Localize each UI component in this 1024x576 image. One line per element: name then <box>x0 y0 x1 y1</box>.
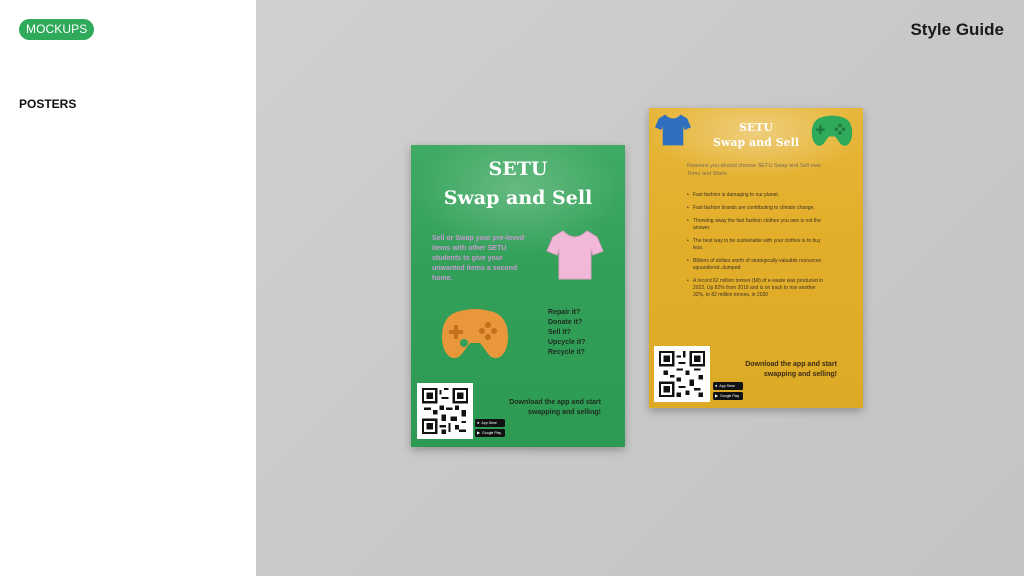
sidebar: MOCKUPS POSTERS <box>0 0 256 576</box>
apple-icon: ● <box>715 383 718 388</box>
gamepad-icon <box>442 309 508 359</box>
question-item: Upcycle it? <box>548 339 586 346</box>
section-label-posters: POSTERS <box>19 97 77 111</box>
poster-title-line1: SETU <box>488 158 548 180</box>
store-badges: ● App Store ▶ Google Play <box>713 382 743 402</box>
page-title: Style Guide <box>910 20 1004 39</box>
apple-icon: ● <box>477 420 480 425</box>
mockup-stage: Style Guide SETU Swap and Sell Sell or S… <box>256 0 1024 576</box>
download-cta: Download the app and start swapping and … <box>745 361 837 378</box>
poster-intro: Reasons you should choose SETU Swap and … <box>687 163 822 177</box>
list-item: Fast fashion brands are contributing to … <box>687 205 827 212</box>
question-item: Recycle it? <box>548 349 585 356</box>
store-badges: ● App Store ▶ Google Play <box>475 419 505 439</box>
google-play-badge[interactable]: ▶ Google Play <box>475 429 505 437</box>
list-item: Throwing away the fast fashion clothes y… <box>687 218 827 232</box>
list-item: A record 62 million tonnes (Mt) of e-was… <box>687 278 827 299</box>
google-play-badge[interactable]: ▶ Google Play <box>713 392 743 400</box>
poster-title-line1: SETU <box>738 121 774 134</box>
poster-title-line2: Swap and Sell <box>443 187 593 209</box>
tshirt-icon <box>546 230 604 280</box>
question-item: Donate it? <box>548 319 583 326</box>
play-icon: ▶ <box>715 393 719 398</box>
list-item: Fast fashion is damaging to our planet. <box>687 192 827 199</box>
reasons-list: Fast fashion is damaging to our planet. … <box>687 192 827 305</box>
poster-description: Sell or Swap your pre-loved items with o… <box>432 235 525 282</box>
mockups-pill[interactable]: MOCKUPS <box>19 19 95 40</box>
list-item: Billions of dollars worth of strategical… <box>687 258 827 272</box>
question-item: Repair it? <box>548 309 581 316</box>
yellow-poster: SETU Swap and Sell Reasons you should ch… <box>649 108 863 408</box>
poster-questions: Repair it? Donate it? Sell it? Upcycle i… <box>548 308 585 358</box>
qr-code-icon <box>654 346 710 402</box>
play-icon: ▶ <box>477 430 481 435</box>
poster-title-line2: Swap and Sell <box>712 136 799 149</box>
download-cta: Download the app and start swapping and … <box>509 399 601 416</box>
app-store-badge[interactable]: ● App Store <box>713 382 743 390</box>
list-item: The best way to be sustainable with your… <box>687 238 827 252</box>
green-poster: SETU Swap and Sell Sell or Swap your pre… <box>411 145 625 447</box>
question-item: Sell it? <box>548 329 571 336</box>
app-store-badge[interactable]: ● App Store <box>475 419 505 427</box>
qr-code-icon <box>417 383 473 439</box>
